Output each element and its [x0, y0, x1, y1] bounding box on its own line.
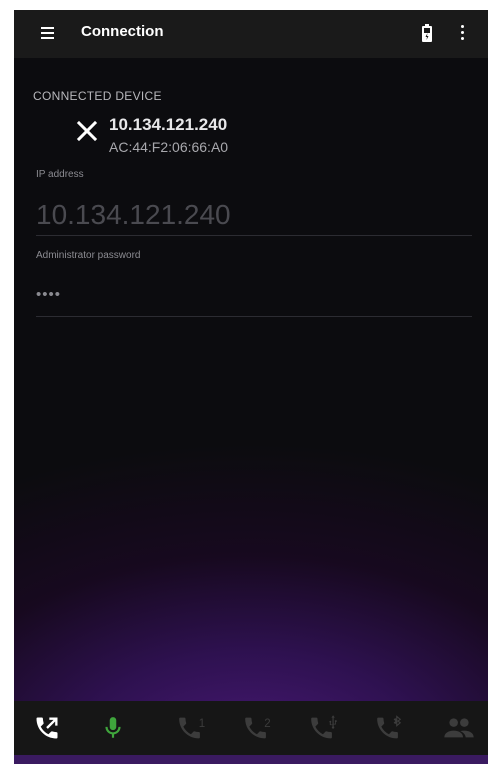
more-vert-icon[interactable] [461, 25, 465, 41]
ip-address-input[interactable] [36, 195, 472, 236]
close-icon[interactable] [76, 120, 98, 142]
bottom-accent-strip [14, 755, 488, 764]
app-bar: Connection [14, 10, 488, 58]
tab-conference[interactable] [430, 701, 488, 755]
tab-line-1-label: 1 [199, 718, 205, 730]
phone-usb-icon [311, 715, 337, 739]
password-label: Administrator password [36, 250, 141, 261]
phone-1-icon: 1 [179, 717, 205, 739]
password-input[interactable]: •••• [36, 282, 472, 317]
device-ip: 10.134.121.240 [109, 115, 228, 134]
tab-microphone[interactable] [86, 701, 140, 755]
ip-address-label: IP address [36, 169, 84, 180]
tab-call-transfer[interactable] [20, 701, 74, 755]
page-title: Connection [81, 23, 164, 40]
device-mac: AC:44:F2:06:66:A0 [109, 139, 229, 155]
connection-screen: Connection CONNECTED DEVICE 10.134.121.2… [14, 10, 488, 764]
tab-line-2[interactable]: 2 [232, 701, 286, 755]
call-transfer-icon [36, 717, 58, 739]
phone-bluetooth-icon [377, 715, 402, 739]
tab-line-2-label: 2 [264, 718, 270, 730]
people-icon [444, 718, 474, 738]
battery-icon [422, 24, 432, 42]
tab-usb[interactable] [298, 701, 352, 755]
bottom-tab-bar: 1 2 [14, 701, 488, 755]
menu-icon[interactable] [41, 27, 54, 39]
tab-bluetooth[interactable] [364, 701, 418, 755]
mic-icon [105, 717, 121, 738]
section-label-connected-device: CONNECTED DEVICE [33, 89, 162, 103]
tab-line-1[interactable]: 1 [166, 701, 220, 755]
phone-2-icon: 2 [245, 717, 271, 739]
